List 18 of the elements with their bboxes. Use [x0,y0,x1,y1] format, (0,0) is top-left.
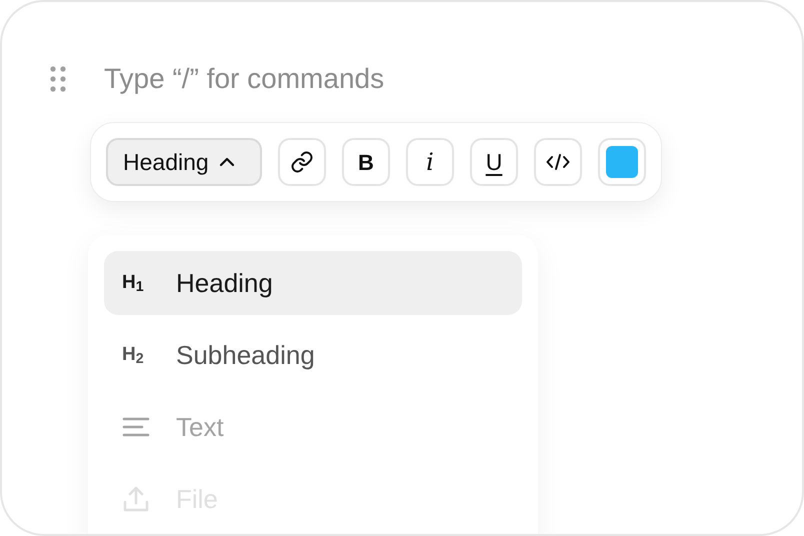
drag-handle-icon[interactable] [49,66,67,92]
link-button[interactable] [278,138,326,186]
italic-button[interactable]: i [406,138,454,186]
editor-input[interactable]: Type “/” for commands [104,58,704,100]
code-icon [546,153,570,171]
block-type-dropdown[interactable]: Heading [106,138,262,186]
text-lines-icon [122,417,150,437]
menu-item[interactable]: H$_{1}$ Heading [104,251,522,315]
h2-icon: H$_{2}$ [122,340,150,370]
menu-item[interactable]: H$_{2}$ Subheading [104,323,522,387]
bold-button[interactable]: B [342,138,390,186]
h1-icon: H$_{1}$ [122,268,150,298]
code-button[interactable] [534,138,582,186]
caret-up-icon [218,157,235,167]
link-icon [290,150,314,174]
upload-icon [122,485,150,513]
underline-button[interactable]: U [470,138,518,186]
color-button[interactable] [598,138,646,186]
